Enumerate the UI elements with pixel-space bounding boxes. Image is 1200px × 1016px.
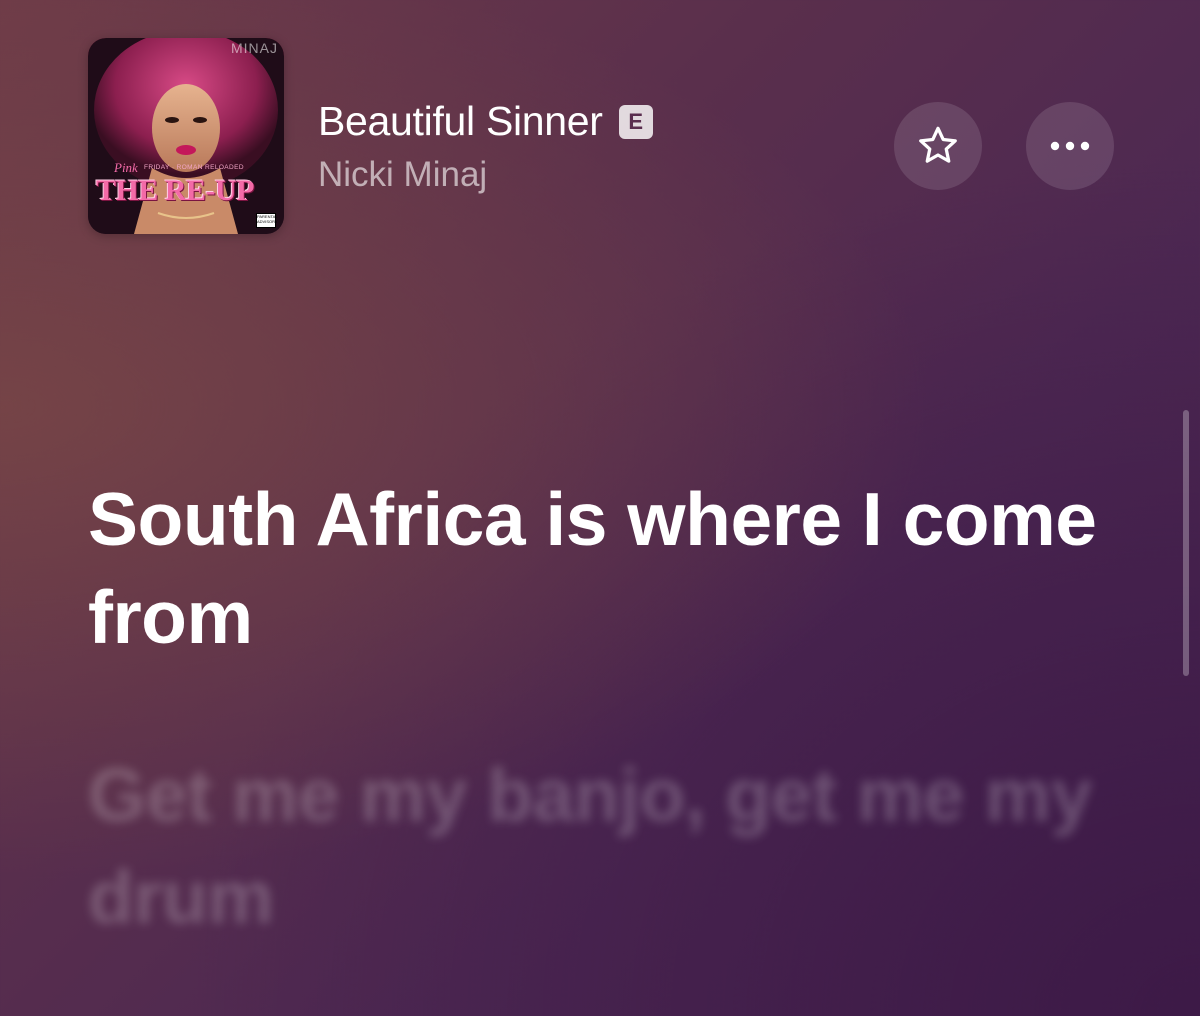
album-art-subtitle: FRIDAY · ROMAN RELOADED	[144, 164, 244, 171]
explicit-badge: E	[618, 104, 653, 139]
album-artwork[interactable]: MINAJ Pink FRIDAY · ROMAN RELOADED THE R…	[88, 38, 284, 234]
lyrics-scrollbar[interactable]	[1183, 410, 1189, 676]
artist-name[interactable]: Nicki Minaj	[318, 155, 487, 195]
now-playing-header: MINAJ Pink FRIDAY · ROMAN RELOADED THE R…	[88, 38, 1118, 234]
parental-advisory-label: PARENTAL ADVISORY	[256, 213, 278, 228]
album-art-top-text: MINAJ	[231, 40, 278, 56]
star-icon	[915, 123, 961, 169]
favorite-button[interactable]	[894, 102, 982, 190]
more-options-button[interactable]	[1026, 102, 1114, 190]
song-title[interactable]: Beautiful Sinner	[318, 98, 603, 145]
lyric-line-current[interactable]: South Africa is where I come from	[88, 470, 1148, 666]
song-title-row: Beautiful Sinner E	[318, 98, 653, 145]
lyrics-panel: South Africa is where I come from Get me…	[88, 470, 1148, 1016]
album-art-title: THE RE-UP	[96, 174, 255, 207]
ellipsis-icon	[1047, 139, 1093, 153]
lyric-line-next[interactable]: Get me my banjo, get me my drum	[88, 744, 1148, 948]
